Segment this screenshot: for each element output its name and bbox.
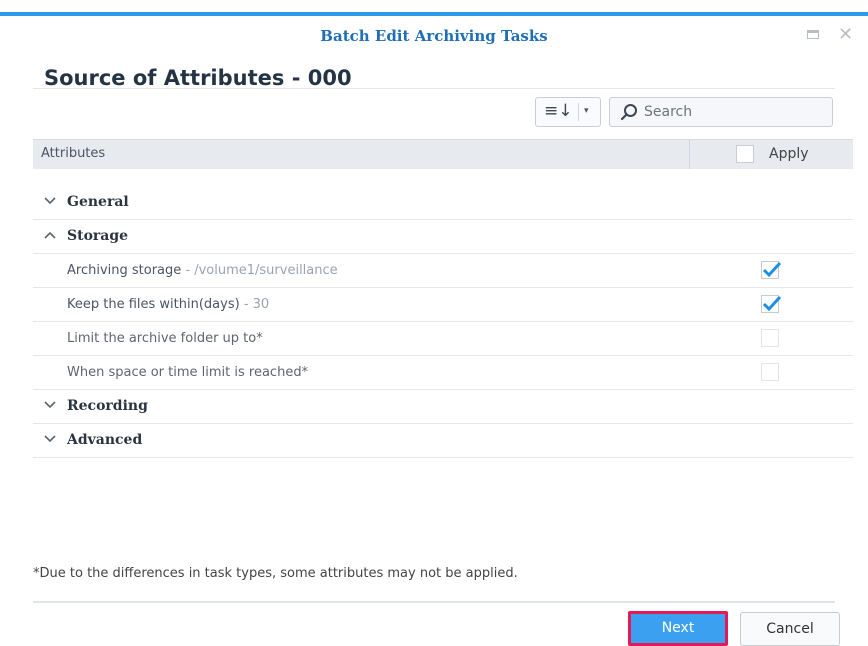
- list-item-keep-files[interactable]: Keep the files within(days) - 30: [33, 288, 853, 322]
- close-icon[interactable]: ✕: [838, 26, 854, 44]
- search-box[interactable]: [609, 97, 833, 127]
- item-label: Keep the files within(days) - 30: [67, 297, 270, 312]
- apply-checkbox[interactable]: [761, 261, 782, 279]
- group-row-general[interactable]: General: [33, 186, 853, 220]
- group-label: General: [67, 194, 129, 210]
- apply-all-checkbox[interactable]: [736, 145, 754, 163]
- item-value: - 30: [239, 297, 270, 312]
- divider: [33, 88, 835, 89]
- table-header: Attributes Apply: [33, 139, 853, 169]
- chevron-up-icon: [44, 231, 56, 239]
- sort-button[interactable]: ≡↓ ▾: [535, 97, 601, 127]
- chevron-down-icon: [44, 435, 56, 443]
- column-header-attributes: Attributes: [41, 146, 106, 161]
- group-label: Storage: [67, 228, 129, 244]
- group-row-advanced[interactable]: Advanced: [33, 424, 853, 458]
- group-row-recording[interactable]: Recording: [33, 390, 853, 424]
- cancel-button[interactable]: Cancel: [740, 612, 840, 646]
- dialog-title: Batch Edit Archiving Tasks: [320, 27, 548, 45]
- group-row-storage[interactable]: Storage: [33, 220, 853, 254]
- item-label: When space or time limit is reached*: [67, 365, 309, 380]
- chevron-down-icon[interactable]: ▾: [584, 106, 589, 116]
- check-icon: [762, 261, 782, 278]
- chevron-down-icon: [44, 401, 56, 409]
- group-label: Recording: [67, 398, 148, 414]
- search-input[interactable]: [644, 101, 824, 123]
- item-value: - /volume1/surveillance: [181, 263, 338, 278]
- chevron-down-icon: [44, 197, 56, 205]
- apply-checkbox[interactable]: [761, 295, 782, 313]
- item-label: Limit the archive folder up to*: [67, 331, 263, 346]
- list-item-limit-archive-folder: Limit the archive folder up to*: [33, 322, 853, 356]
- sort-lines-icon: ≡↓: [544, 101, 573, 121]
- page-title: Source of Attributes - 000: [44, 66, 352, 90]
- group-label: Advanced: [67, 432, 143, 448]
- apply-checkbox-disabled: [761, 363, 779, 381]
- divider: [689, 140, 690, 169]
- footnote: *Due to the differences in task types, s…: [33, 566, 518, 581]
- search-icon: [620, 104, 637, 121]
- list-item-space-time-limit: When space or time limit is reached*: [33, 356, 853, 390]
- item-label: Archiving storage - /volume1/surveillanc…: [67, 263, 338, 278]
- divider: [33, 601, 835, 603]
- list-item-archiving-storage[interactable]: Archiving storage - /volume1/surveillanc…: [33, 254, 853, 288]
- column-header-apply: Apply: [769, 146, 809, 162]
- divider: [578, 103, 579, 121]
- check-icon: [762, 295, 782, 312]
- next-button[interactable]: Next: [628, 611, 728, 646]
- maximize-icon[interactable]: [806, 28, 822, 42]
- apply-checkbox-disabled: [761, 329, 779, 347]
